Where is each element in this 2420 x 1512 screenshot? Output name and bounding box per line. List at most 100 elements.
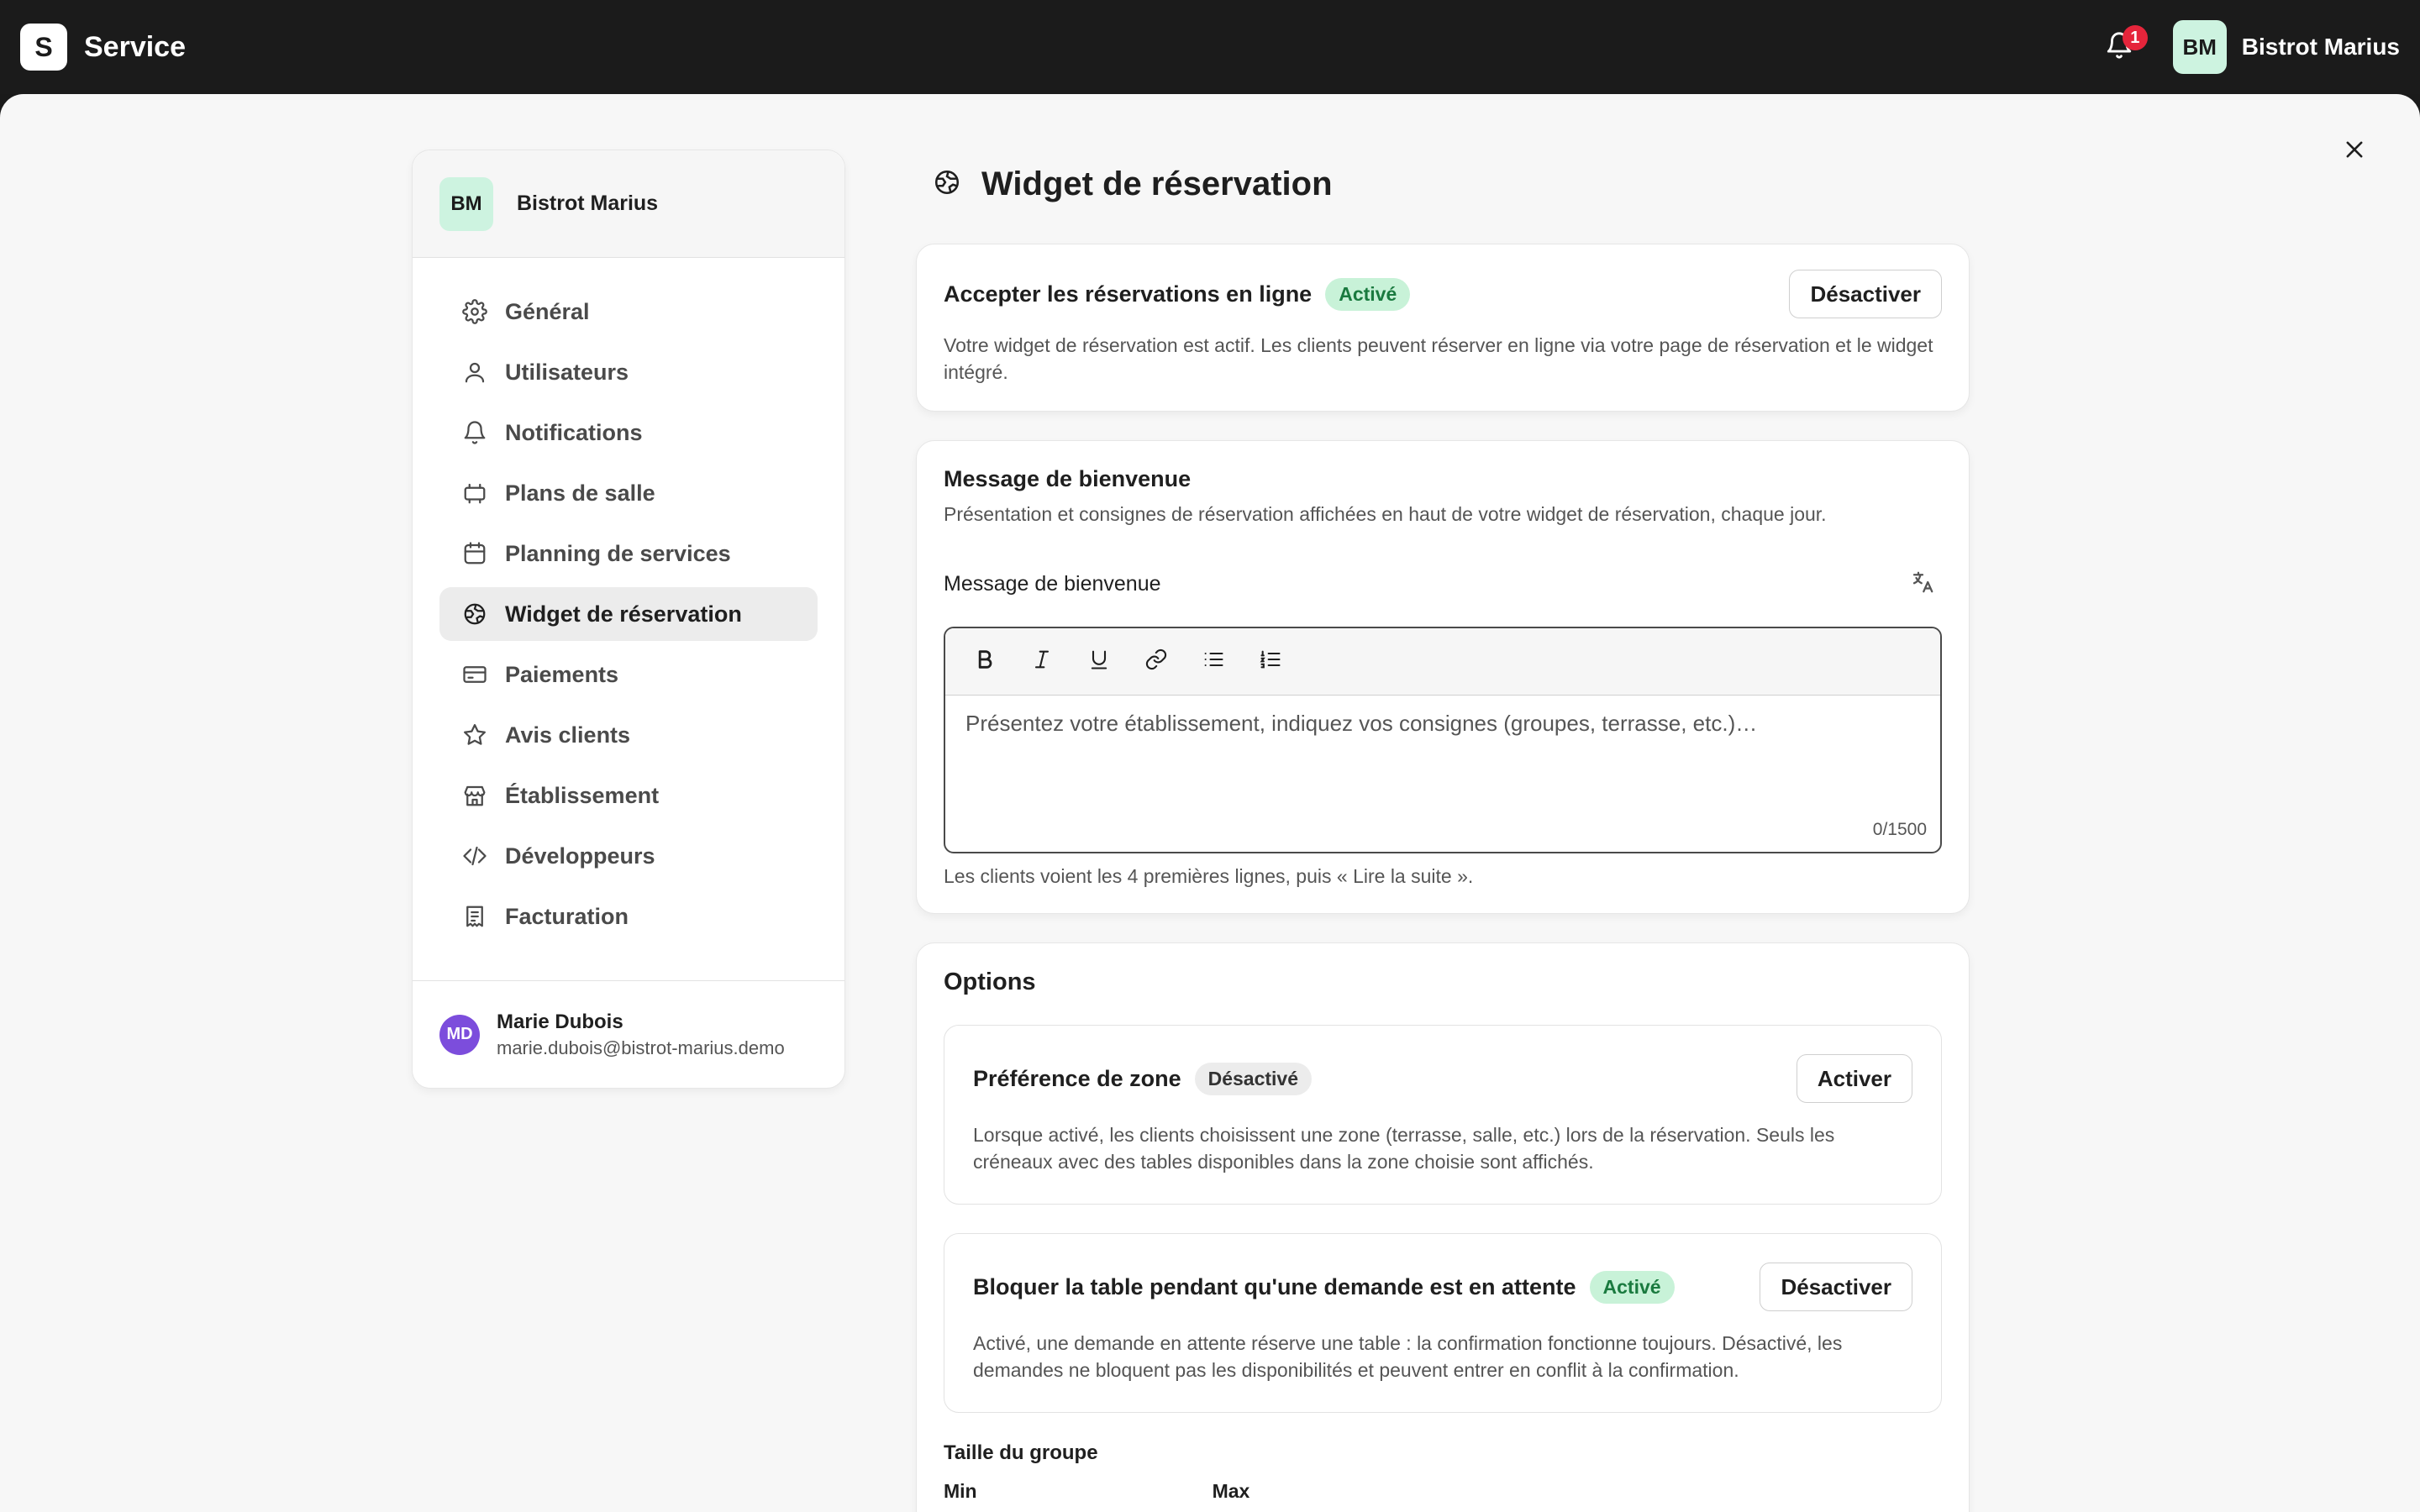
bell-icon: [461, 419, 488, 446]
welcome-description: Présentation et consignes de réservation…: [944, 503, 1827, 525]
status-badge: Activé: [1589, 1270, 1675, 1304]
account-menu[interactable]: BM Bistrot Marius: [2172, 20, 2400, 74]
welcome-message-card: Message de bienvenue Présentation et con…: [916, 440, 1970, 914]
user-info: Marie Dubois marie.dubois@bistrot-marius…: [497, 1011, 785, 1059]
enable-zone-preference-button[interactable]: Activer: [1796, 1054, 1912, 1103]
sidebar-item-general[interactable]: Général: [439, 285, 818, 339]
numbered-list-button[interactable]: [1251, 643, 1290, 681]
disable-block-table-button[interactable]: Désactiver: [1760, 1263, 1912, 1311]
gear-icon: [461, 298, 488, 325]
sidebar-item-developers[interactable]: Développeurs: [439, 829, 818, 883]
zone-preference-description: Lorsque activé, les clients choisissent …: [973, 1124, 1835, 1173]
close-button[interactable]: [2331, 128, 2378, 175]
block-table-option: Bloquer la table pendant qu'une demande …: [944, 1233, 1942, 1413]
sidebar-item-billing[interactable]: Facturation: [439, 890, 818, 943]
user-name: Marie Dubois: [497, 1010, 623, 1033]
settings-nav: Général Utilisateurs Notifications Plans…: [413, 258, 844, 943]
italic-icon: [1030, 648, 1054, 675]
star-icon: [461, 722, 488, 748]
block-table-description: Activé, une demande en attente réserve u…: [973, 1332, 1843, 1381]
sidebar-item-label: Avis clients: [505, 722, 631, 748]
online-booking-title: Accepter les réservations en ligne: [944, 281, 1313, 307]
sidebar-item-establishment[interactable]: Établissement: [439, 769, 818, 822]
online-booking-card: Accepter les réservations en ligne Activ…: [916, 244, 1970, 412]
sidebar-item-floor-plans[interactable]: Plans de salle: [439, 466, 818, 520]
main-content: Widget de réservation Accepter les réser…: [916, 153, 1970, 1512]
org-avatar: BM: [439, 176, 493, 231]
bold-button[interactable]: [965, 643, 1004, 681]
sidebar-item-label: Établissement: [505, 782, 660, 808]
globe-icon: [933, 168, 961, 201]
options-card: Options Préférence de zone Désactivé Act…: [916, 942, 1970, 1512]
sidebar-user[interactable]: MD Marie Dubois marie.dubois@bistrot-mar…: [413, 980, 844, 1088]
top-right-controls: 1 BM Bistrot Marius: [2096, 20, 2400, 74]
link-button[interactable]: [1137, 643, 1176, 681]
sidebar-item-label: Planning de services: [505, 540, 731, 566]
app-logo: S: [20, 24, 67, 71]
notification-count-badge: 1: [2122, 25, 2148, 50]
app-name: Service: [84, 30, 186, 63]
group-size-title: Taille du groupe: [944, 1441, 1098, 1464]
block-table-title: Bloquer la table pendant qu'une demande …: [973, 1273, 1576, 1299]
sidebar-item-service-planning[interactable]: Planning de services: [439, 527, 818, 580]
status-badge: Désactivé: [1194, 1062, 1313, 1095]
link-icon: [1144, 648, 1168, 675]
sidebar-item-users[interactable]: Utilisateurs: [439, 345, 818, 399]
zone-preference-option: Préférence de zone Désactivé Activer Lor…: [944, 1025, 1942, 1205]
receipt-icon: [461, 903, 488, 930]
group-min-label: Min: [944, 1480, 977, 1502]
floor-plan-icon: [461, 480, 488, 507]
sidebar-item-label: Widget de réservation: [505, 601, 742, 627]
welcome-helper-text: Les clients voient les 4 premières ligne…: [944, 865, 1474, 887]
online-booking-description: Votre widget de réservation est actif. L…: [944, 334, 1933, 383]
top-bar: S Service 1 BM Bistrot Marius: [0, 0, 2420, 94]
user-email: marie.dubois@bistrot-marius.demo: [497, 1037, 785, 1058]
calendar-icon: [461, 540, 488, 567]
sidebar-item-label: Général: [505, 298, 590, 324]
disable-online-booking-button[interactable]: Désactiver: [1789, 270, 1942, 318]
account-name: Bistrot Marius: [2241, 34, 2400, 60]
zone-preference-title: Préférence de zone: [973, 1065, 1181, 1091]
sidebar-item-payments[interactable]: Paiements: [439, 648, 818, 701]
translate-button[interactable]: [1903, 564, 1942, 603]
user-avatar: MD: [439, 1014, 480, 1055]
sidebar-item-label: Plans de salle: [505, 480, 655, 506]
user-icon: [461, 359, 488, 386]
numbered-list-icon: [1259, 648, 1282, 675]
italic-button[interactable]: [1023, 643, 1061, 681]
rich-text-editor: 0/1500: [944, 627, 1942, 853]
notifications-button[interactable]: 1: [2096, 24, 2148, 71]
welcome-title: Message de bienvenue: [944, 466, 1192, 491]
sidebar-item-label: Facturation: [505, 903, 629, 929]
close-icon: [2343, 138, 2366, 165]
sidebar-item-booking-widget[interactable]: Widget de réservation: [439, 587, 818, 641]
globe-icon: [461, 601, 488, 627]
editor-toolbar: [945, 628, 1940, 696]
editor-body: 0/1500: [945, 696, 1940, 852]
sidebar-org-header[interactable]: BM Bistrot Marius: [413, 150, 844, 258]
bold-icon: [973, 648, 997, 675]
org-name: Bistrot Marius: [517, 192, 659, 215]
group-max-label: Max: [1212, 1480, 1250, 1502]
translate-icon: [1910, 570, 1935, 599]
code-icon: [461, 843, 488, 869]
page-header: Widget de réservation: [916, 153, 1970, 215]
bullet-list-icon: [1202, 648, 1225, 675]
bullet-list-button[interactable]: [1194, 643, 1233, 681]
options-title: Options: [944, 969, 1036, 995]
welcome-message-input[interactable]: [965, 711, 1920, 837]
avatar: BM: [2172, 20, 2227, 74]
welcome-field-label: Message de bienvenue: [944, 571, 1161, 596]
sidebar-item-label: Notifications: [505, 419, 643, 445]
page-title: Widget de réservation: [981, 165, 1333, 202]
underline-icon: [1087, 648, 1111, 675]
brand[interactable]: S Service: [20, 24, 186, 71]
sidebar-item-label: Paiements: [505, 661, 619, 687]
underline-button[interactable]: [1080, 643, 1118, 681]
sidebar-item-reviews[interactable]: Avis clients: [439, 708, 818, 762]
sidebar-item-notifications[interactable]: Notifications: [439, 406, 818, 459]
sidebar-item-label: Développeurs: [505, 843, 655, 869]
sidebar-item-label: Utilisateurs: [505, 359, 629, 385]
settings-surface: BM Bistrot Marius Général Utilisateurs N…: [0, 94, 2420, 1512]
store-icon: [461, 782, 488, 809]
